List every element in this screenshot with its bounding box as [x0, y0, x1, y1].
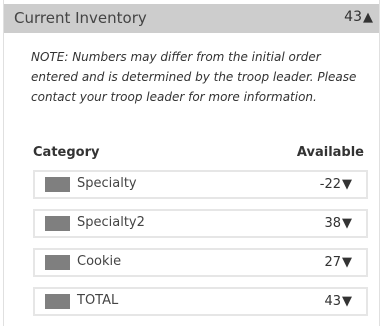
- row-label: Cookie: [77, 254, 122, 269]
- inventory-row-specialty2[interactable]: Specialty2 38▼: [33, 209, 368, 238]
- inventory-row-total[interactable]: TOTAL 43▼: [33, 287, 368, 316]
- row-value-number: 27: [324, 255, 341, 270]
- row-label: TOTAL: [77, 293, 119, 308]
- inventory-note: NOTE: Numbers may differ from the initia…: [31, 50, 357, 104]
- category-swatch-icon: [45, 255, 70, 270]
- inventory-panel: Current Inventory 43▲ NOTE: Numbers may …: [3, 0, 380, 326]
- inventory-row-specialty[interactable]: Specialty -22▼: [33, 170, 368, 199]
- row-value[interactable]: 27▼: [324, 255, 352, 270]
- collapse-arrow-icon[interactable]: ▲: [363, 10, 373, 25]
- available-column-header: Available: [296, 145, 364, 160]
- panel-total-value: 43: [344, 9, 362, 25]
- category-swatch-icon: [45, 177, 70, 192]
- expand-arrow-icon[interactable]: ▼: [342, 177, 352, 192]
- inventory-list: Specialty -22▼ Specialty2 38▼ Cookie 27▼…: [33, 170, 368, 326]
- row-value-number: -22: [319, 177, 341, 192]
- row-value-number: 38: [324, 216, 341, 231]
- panel-total[interactable]: 43▲: [344, 9, 373, 25]
- panel-title: Current Inventory: [14, 9, 147, 27]
- panel-header[interactable]: Current Inventory 43▲: [4, 4, 379, 33]
- row-value[interactable]: 43▼: [324, 294, 352, 309]
- inventory-row-cookie[interactable]: Cookie 27▼: [33, 248, 368, 277]
- row-label: Specialty2: [77, 215, 145, 230]
- row-label: Specialty: [77, 176, 137, 191]
- row-value[interactable]: 38▼: [324, 216, 352, 231]
- row-value-number: 43: [324, 294, 341, 309]
- category-swatch-icon: [45, 294, 70, 309]
- category-swatch-icon: [45, 216, 70, 231]
- expand-arrow-icon[interactable]: ▼: [342, 255, 352, 270]
- row-value[interactable]: -22▼: [320, 177, 352, 192]
- expand-arrow-icon[interactable]: ▼: [342, 216, 352, 231]
- expand-arrow-icon[interactable]: ▼: [342, 294, 352, 309]
- category-column-header: Category: [33, 145, 100, 160]
